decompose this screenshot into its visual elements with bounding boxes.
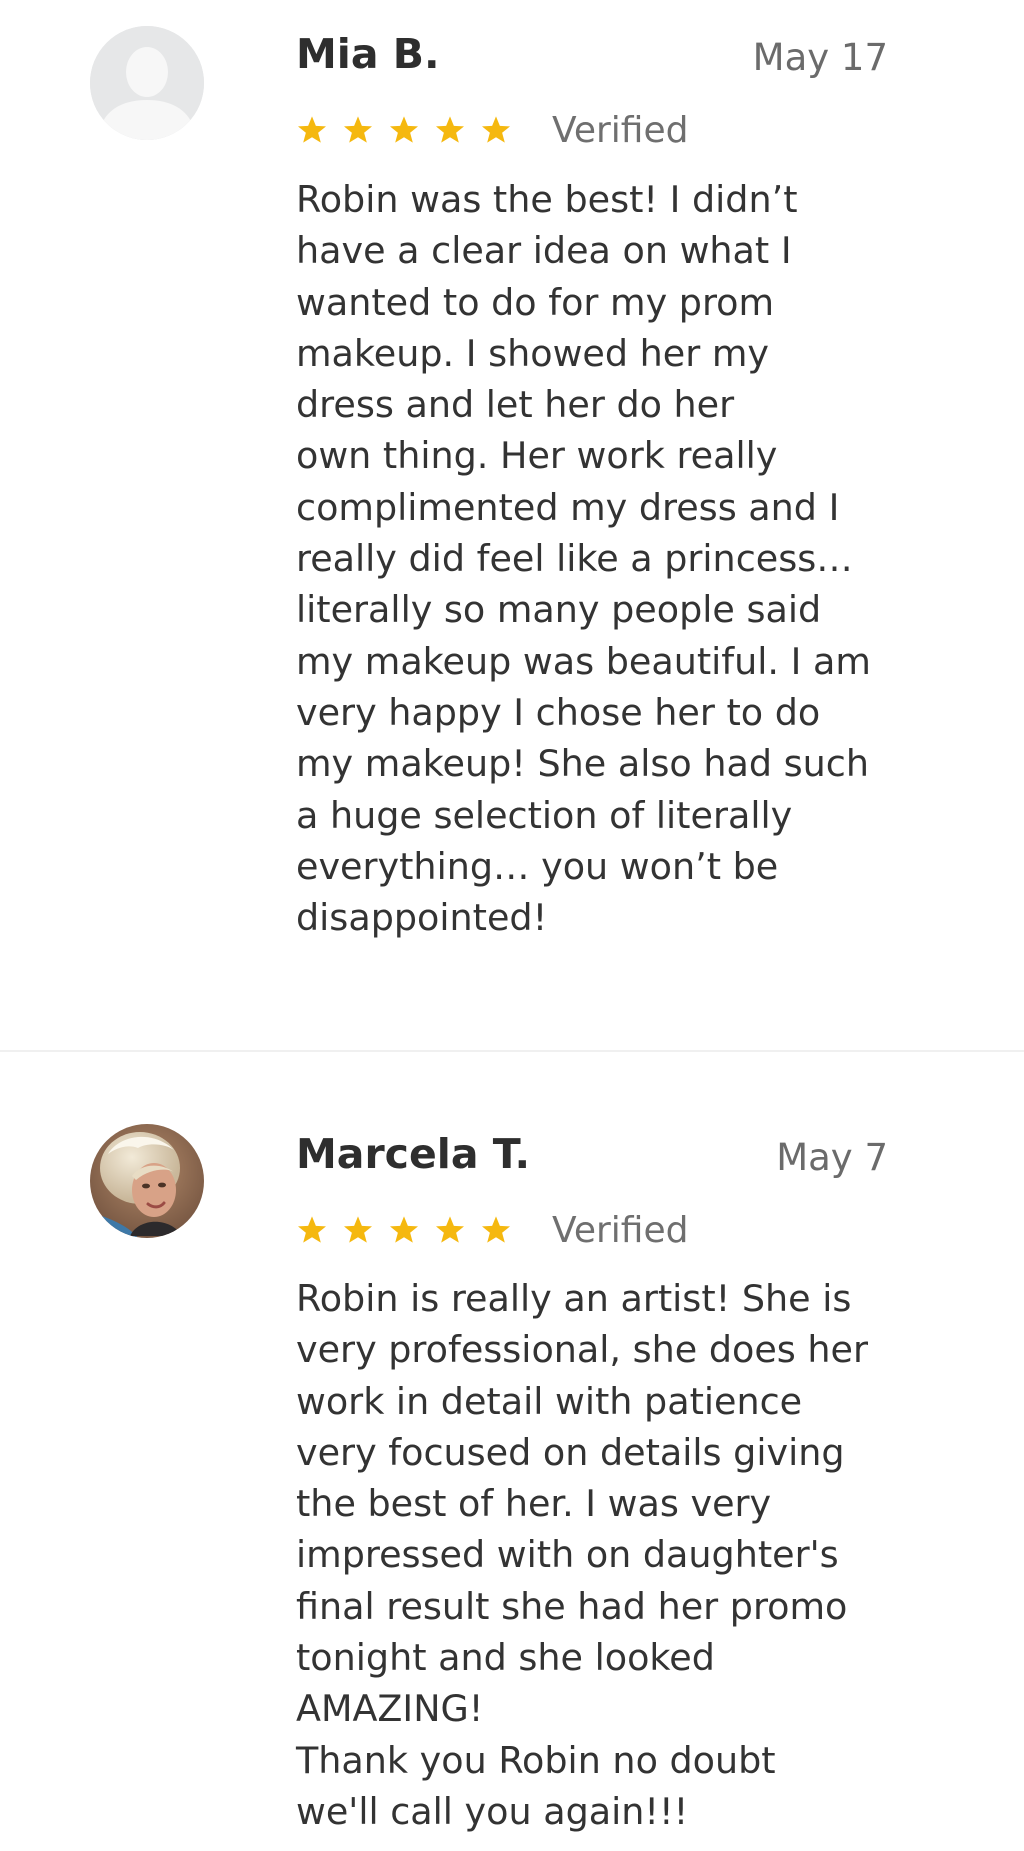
review-text-line: Robin is really an artist! She is: [296, 1277, 852, 1320]
star-icon: [480, 114, 512, 146]
star-icon: [434, 1214, 466, 1246]
review-text-line: my makeup was beautiful. I am: [296, 639, 871, 683]
review-text-line: makeup. I showed her my: [296, 331, 770, 375]
review-text-line: have a clear idea on what I: [296, 229, 792, 273]
star-icon: [342, 1214, 374, 1246]
review-text-line: dress and let her do her: [296, 383, 735, 427]
rating-row: Verified: [296, 108, 688, 152]
review-text-line: Robin was the best! I didn’t: [296, 178, 798, 221]
star-icon: [296, 114, 328, 146]
review-text-line: everything… you won’t be: [296, 844, 779, 888]
review-text-line: work in detail with patience: [296, 1379, 803, 1423]
star-rating: [296, 114, 526, 146]
reviewer-name: Mia B.: [296, 30, 440, 78]
review-text-line: very happy I chose her to do: [296, 690, 821, 734]
review-text-line: the best of her. I was very: [296, 1482, 772, 1526]
review-date: May 17: [752, 36, 888, 79]
avatar[interactable]: [90, 26, 204, 140]
review-text: Robin was the best! I didn’t have a clea…: [296, 174, 906, 943]
star-rating: [296, 1214, 526, 1246]
verified-label: Verified: [552, 1209, 689, 1251]
review-text-line: final result she had her promo: [296, 1584, 848, 1628]
star-icon: [342, 114, 374, 146]
review-text-line: tonight and she looked: [296, 1636, 715, 1680]
star-icon: [388, 1214, 420, 1246]
review-text-line: disappointed!: [296, 896, 548, 940]
reviewer-name: Marcela T.: [296, 1130, 531, 1178]
review-text-line: complimented my dress and I: [296, 485, 840, 529]
review-text-line: wanted to do for my prom: [296, 280, 775, 324]
review-date: May 7: [776, 1136, 888, 1179]
review-text-line: impressed with on daughter's: [296, 1533, 839, 1577]
verified-label: Verified: [552, 109, 689, 151]
review-card: Marcela T. May 7 Verified Robin is reall…: [0, 1051, 1024, 1851]
review-text: Robin is really an artist! She is very p…: [296, 1273, 906, 1837]
star-icon: [388, 114, 420, 146]
star-icon: [480, 1214, 512, 1246]
star-icon: [434, 114, 466, 146]
person-icon: [90, 26, 204, 140]
review-text-line: very focused on details giving: [296, 1430, 845, 1474]
star-icon: [296, 1214, 328, 1246]
review-text-line: really did feel like a princess…: [296, 537, 853, 581]
user-photo-icon: [90, 1124, 204, 1238]
review-text-line: my makeup! She also had such: [296, 742, 869, 786]
review-text-line: very professional, she does her: [296, 1328, 869, 1372]
rating-row: Verified: [296, 1208, 688, 1252]
review-text-line: AMAZING!: [296, 1687, 484, 1731]
review-text-line: we'll call you again!!!: [296, 1789, 689, 1833]
review-text-line: Thank you Robin no doubt: [296, 1738, 776, 1782]
review-card: Mia B. May 17 Verified Robin was the bes…: [0, 0, 1024, 1050]
avatar[interactable]: [90, 1124, 204, 1238]
review-text-line: literally so many people said: [296, 588, 822, 632]
review-text-line: own thing. Her work really: [296, 434, 778, 478]
review-text-line: a huge selection of literally: [296, 793, 793, 837]
